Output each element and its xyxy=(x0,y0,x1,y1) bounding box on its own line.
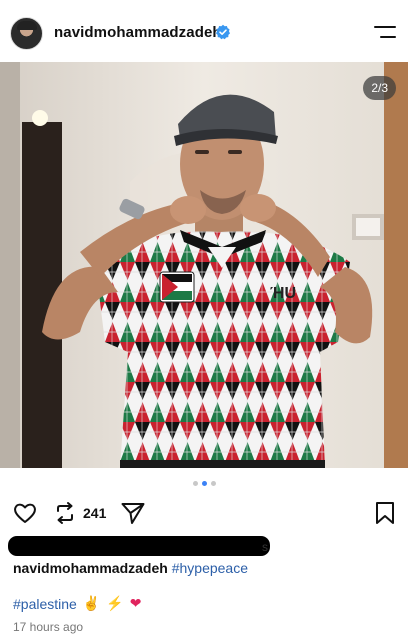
lightning-emoji: ⚡ xyxy=(106,595,124,611)
post-header: navidmohammadzadeh xyxy=(0,0,408,64)
verified-badge-icon xyxy=(216,24,230,40)
post-actions-bar: 241 xyxy=(0,496,408,528)
post-photo-illustration: ΉU xyxy=(0,62,408,468)
carousel-dot-active[interactable] xyxy=(201,481,207,486)
image-counter-badge: 2/3 xyxy=(363,76,396,100)
bookmark-icon[interactable] xyxy=(372,500,398,526)
post-caption: navidmohammadzadeh #hypepeace xyxy=(13,560,248,576)
caption-line-2: #palestine ✌ ⚡ ❤ xyxy=(13,595,141,612)
svg-text:ΉU: ΉU xyxy=(270,285,296,302)
victory-hand-emoji: ✌ xyxy=(82,595,101,611)
post-image[interactable]: ΉU 2/3 xyxy=(0,62,408,468)
post-author-username[interactable]: navidmohammadzadeh xyxy=(54,24,222,41)
repost-count: 241 xyxy=(83,505,107,521)
post-timestamp: 17 hours ago xyxy=(13,620,84,634)
hamburger-icon[interactable] xyxy=(374,26,396,40)
caption-username[interactable]: navidmohammadzadeh xyxy=(13,560,168,576)
hashtag-hypepeace[interactable]: #hypepeace xyxy=(172,560,248,576)
redacted-liked-by-text xyxy=(8,536,270,556)
repost-icon[interactable] xyxy=(52,500,78,526)
share-send-icon[interactable] xyxy=(120,500,146,526)
hashtag-palestine[interactable]: #palestine xyxy=(13,596,77,612)
carousel-indicator xyxy=(0,481,408,486)
liked-by-suffix: s xyxy=(262,540,268,554)
red-heart-emoji: ❤ xyxy=(129,595,142,611)
like-heart-icon[interactable] xyxy=(12,500,38,526)
carousel-dot[interactable] xyxy=(192,481,198,486)
avatar[interactable] xyxy=(10,17,43,50)
carousel-dot[interactable] xyxy=(210,481,216,486)
